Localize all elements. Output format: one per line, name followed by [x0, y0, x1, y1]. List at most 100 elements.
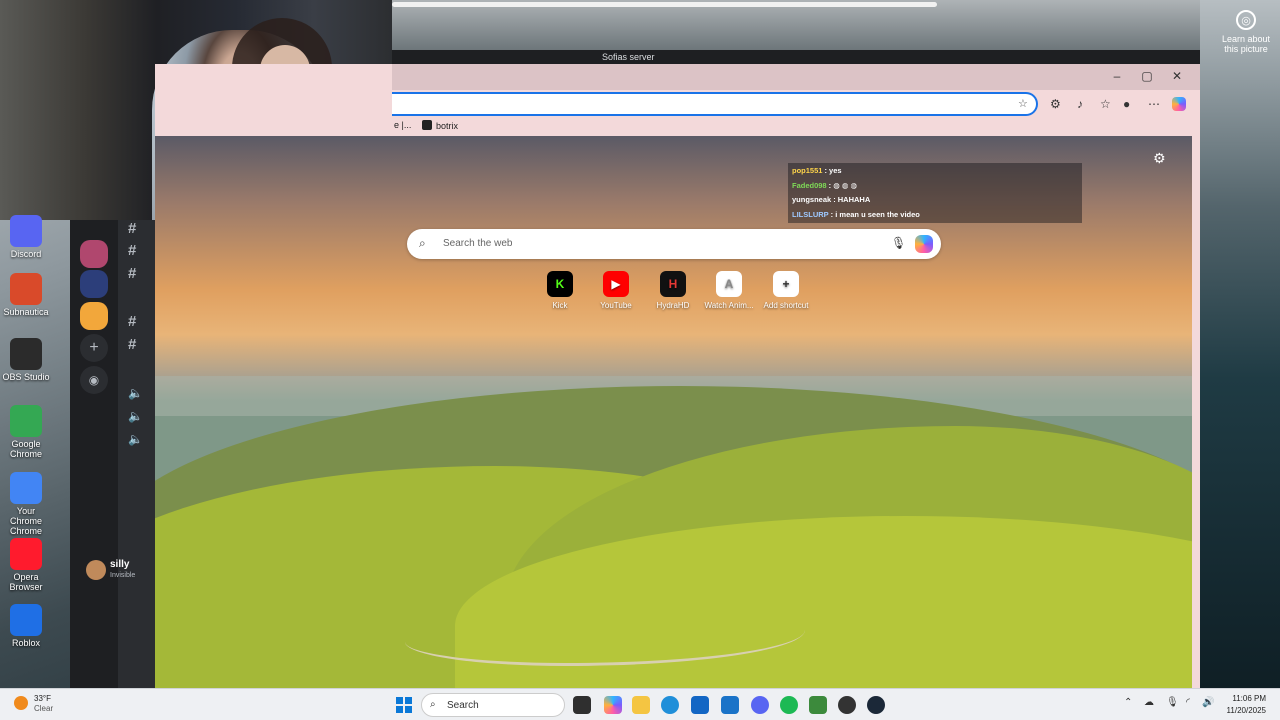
desktop-icon[interactable]: Google Chrome: [0, 405, 52, 459]
background-window: [392, 0, 1200, 50]
channel-hash-icon[interactable]: #: [128, 336, 136, 353]
desktop-icon[interactable]: Opera Browser: [0, 538, 52, 592]
desktop-icon[interactable]: Discord: [0, 215, 52, 259]
shortcut-tile[interactable]: K Kick: [532, 271, 588, 310]
favorite-star-icon[interactable]: ☆: [1018, 97, 1028, 110]
discord-taskbar-icon[interactable]: [751, 696, 769, 714]
bookmark-partial[interactable]: e |...: [394, 120, 411, 130]
steam-icon[interactable]: [867, 696, 885, 714]
learn-about-picture[interactable]: ◎ Learn about this picture: [1214, 10, 1278, 54]
desktop-icon-label: Discord: [10, 249, 42, 259]
search-icon: ⌕: [419, 236, 426, 250]
edge-icon[interactable]: [661, 696, 679, 714]
obs-icon: [10, 338, 42, 370]
clock[interactable]: 11:06 PM 11/20/2025: [1224, 693, 1266, 717]
volume-icon[interactable]: 🔊: [1202, 697, 1214, 708]
shortcut-tile[interactable]: + Add shortcut: [758, 271, 814, 310]
copilot-search-icon[interactable]: [915, 235, 933, 253]
chevron-up-icon[interactable]: ⌃: [1124, 697, 1132, 708]
desktop-icon[interactable]: Subnautica: [0, 273, 52, 317]
chrome-profile-icon: [10, 472, 42, 504]
chat-message: Faded098: ◍ ◍ ◍: [788, 179, 1082, 194]
add-server-icon[interactable]: +: [80, 334, 108, 362]
start-button[interactable]: [396, 697, 412, 713]
wallpaper-right: [1192, 0, 1280, 688]
store-icon[interactable]: [691, 696, 709, 714]
subnautica-icon: [10, 273, 42, 305]
desktop-icon-label: Subnautica: [3, 307, 49, 317]
channel-hash-icon[interactable]: #: [128, 220, 136, 237]
discord-user-panel[interactable]: silly Invisible: [80, 556, 155, 586]
voice-channel-icon[interactable]: 🔈: [128, 432, 143, 446]
microphone-icon[interactable]: 🎙: [891, 236, 906, 250]
taskbar-search[interactable]: ⌕ Search: [421, 693, 565, 717]
outlook-icon[interactable]: [721, 696, 739, 714]
voice-channel-icon[interactable]: 🔈: [128, 409, 143, 423]
chat-message: yungsneak: HAHAHA: [788, 193, 1082, 208]
cloud-icon[interactable]: ☁: [1144, 697, 1154, 708]
app-icon[interactable]: [809, 696, 827, 714]
extension-icon[interactable]: ♪: [1077, 97, 1083, 111]
user-name: silly: [110, 559, 130, 570]
desktop-icon-label: OBS Studio: [2, 372, 50, 382]
minimize-button[interactable]: –: [1107, 69, 1127, 83]
shortcut-icon: ▶: [603, 271, 629, 297]
copilot-icon[interactable]: [1172, 97, 1186, 111]
chat-username: pop1551: [792, 166, 823, 175]
microphone-tray-icon[interactable]: 🎙: [1166, 697, 1179, 708]
shortcut-tile[interactable]: ▶ YouTube: [588, 271, 644, 310]
wifi-icon[interactable]: ◜: [1186, 697, 1190, 708]
shortcut-tile[interactable]: A Watch Anim...: [701, 271, 757, 310]
server-icon-2[interactable]: [80, 270, 108, 298]
weather-temp: 33°F: [34, 694, 51, 703]
server-icon-1[interactable]: [80, 240, 108, 268]
opera-icon: [10, 538, 42, 570]
botrix-icon: [422, 120, 432, 130]
profile-icon[interactable]: ●: [1123, 97, 1130, 111]
desktop-icon-label: Google Chrome: [9, 439, 42, 459]
learn-label: Learn about this picture: [1221, 34, 1271, 54]
shortcut-label: YouTube: [600, 301, 632, 310]
taskbar-search-label: Search: [447, 700, 479, 711]
channel-hash-icon[interactable]: #: [128, 265, 136, 282]
discord-window: + ◉ # # # # # 🔈 🔈 🔈 silly Invisible: [70, 220, 155, 688]
desktop-icon[interactable]: OBS Studio: [0, 338, 52, 382]
desktop-icon[interactable]: Roblox: [0, 604, 52, 648]
camera-icon: ◎: [1236, 10, 1256, 30]
chat-text: : yes: [824, 166, 842, 175]
more-menu-icon[interactable]: ⋯: [1148, 97, 1160, 111]
task-view-icon[interactable]: [573, 696, 591, 714]
desktop-icon-label: Your Chrome Chrome: [9, 506, 42, 536]
extensions-icon[interactable]: ⚙: [1050, 97, 1061, 111]
maximize-button[interactable]: ▢: [1137, 69, 1157, 83]
stream-chat-overlay: pop1551: yes Faded098: ◍ ◍ ◍ yungsneak: HA…: [788, 163, 1082, 223]
copilot-taskbar-icon[interactable]: [604, 696, 622, 714]
chat-username: LILSLURP: [792, 209, 829, 219]
file-explorer-icon[interactable]: [632, 696, 650, 714]
favorites-icon[interactable]: ☆: [1100, 97, 1111, 111]
obs-taskbar-icon[interactable]: [838, 696, 856, 714]
explore-icon[interactable]: ◉: [80, 366, 108, 394]
chat-text: : ◍ ◍ ◍: [828, 180, 857, 190]
address-bar[interactable]: ☆: [392, 92, 1038, 116]
search-placeholder: Search the web: [443, 238, 513, 249]
page-settings-icon[interactable]: ⚙: [1153, 150, 1166, 167]
chat-text: : i mean u seen the video: [830, 209, 920, 219]
search-icon: ⌕: [430, 699, 436, 710]
desktop-icon-label: Roblox: [11, 638, 40, 648]
channel-hash-icon[interactable]: #: [128, 313, 136, 330]
chat-text: : HAHAHA: [833, 195, 871, 204]
voice-channel-icon[interactable]: 🔈: [128, 386, 143, 400]
spotify-icon[interactable]: [780, 696, 798, 714]
server-icon-3[interactable]: [80, 302, 108, 330]
close-button[interactable]: ✕: [1167, 69, 1187, 83]
desktop-icon[interactable]: Your Chrome Chrome: [0, 472, 52, 536]
discord-titlebar: Sofias server: [392, 50, 1200, 64]
bookmark-botrix[interactable]: botrix: [422, 120, 458, 131]
clock-time: 11:06 PM: [1232, 694, 1266, 703]
web-search-box[interactable]: ⌕ Search the web 🎙: [407, 229, 941, 259]
shortcut-label: Kick: [552, 301, 568, 310]
weather-condition: Clear: [34, 704, 54, 713]
channel-hash-icon[interactable]: #: [128, 242, 136, 259]
shortcut-tile[interactable]: H HydraHD: [645, 271, 701, 310]
